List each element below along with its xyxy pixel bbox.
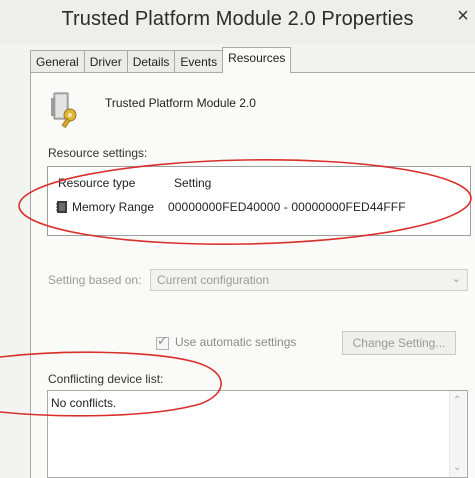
- tab-details[interactable]: Details: [126, 50, 176, 73]
- scroll-down-icon[interactable]: ⌄: [453, 462, 461, 473]
- resource-setting-value: 00000000FED40000 - 00000000FED44FFF: [168, 200, 406, 214]
- column-resource-type[interactable]: Resource type: [58, 176, 135, 190]
- conflicting-device-list-label: Conflicting device list:: [48, 372, 164, 386]
- tab-general[interactable]: General: [30, 50, 85, 73]
- change-setting-button[interactable]: Change Setting...: [342, 331, 456, 355]
- column-setting[interactable]: Setting: [174, 176, 211, 190]
- resource-settings-label: Resource settings:: [48, 146, 148, 160]
- automatic-settings-checkbox[interactable]: ✓: [156, 333, 169, 350]
- scroll-up-icon[interactable]: ⌃: [453, 395, 461, 406]
- resource-type-value: Memory Range: [72, 200, 155, 214]
- tab-driver[interactable]: Driver: [83, 50, 128, 73]
- properties-dialog: Trusted Platform Module 2.0 Properties ×…: [0, 0, 475, 478]
- automatic-settings-label[interactable]: Use automatic settings: [175, 335, 296, 349]
- tab-resources[interactable]: Resources: [222, 47, 292, 73]
- setting-based-on-label: Setting based on:: [48, 273, 142, 287]
- checkmark-icon: ✓: [157, 333, 168, 348]
- device-name: Trusted Platform Module 2.0: [105, 96, 256, 110]
- setting-based-on-dropdown[interactable]: Current configuration ⌄: [150, 269, 468, 291]
- setting-based-on-value: Current configuration: [157, 273, 270, 287]
- tab-events[interactable]: Events: [174, 50, 224, 73]
- chevron-down-icon: ⌄: [451, 273, 461, 285]
- chip-icon: [56, 201, 67, 213]
- conflicting-device-list[interactable]: No conflicts. ⌃ ⌄: [47, 390, 468, 478]
- security-device-icon: [51, 92, 77, 128]
- close-button[interactable]: ×: [453, 4, 473, 28]
- title-bar: Trusted Platform Module 2.0 Properties ×: [0, 0, 475, 44]
- list-item[interactable]: Memory Range 00000000FED40000 - 00000000…: [56, 198, 406, 216]
- window-title: Trusted Platform Module 2.0 Properties: [61, 8, 414, 30]
- tab-strip: General Driver Details Events Resources: [30, 47, 292, 73]
- conflict-status-text: No conflicts.: [51, 396, 117, 410]
- conflict-list-scrollbar[interactable]: ⌃ ⌄: [449, 391, 467, 477]
